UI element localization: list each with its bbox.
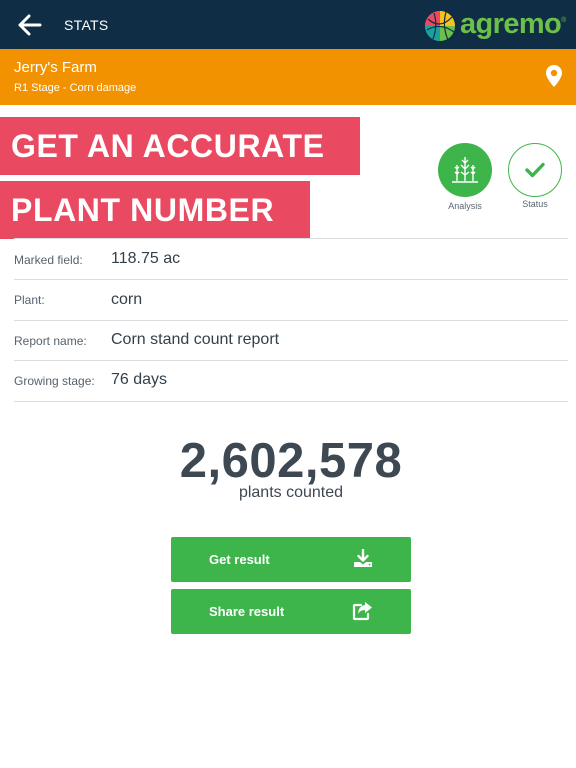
analysis-label: Analysis: [448, 201, 482, 211]
plants-analysis-icon: [452, 157, 478, 183]
brand: agremo ®: [424, 8, 566, 44]
plant-label: Plant:: [14, 293, 45, 307]
download-icon: [354, 549, 372, 567]
page-title: STATS: [64, 17, 109, 33]
report-name-label: Report name:: [14, 334, 87, 348]
growing-stage-label: Growing stage:: [14, 374, 95, 388]
divider: [14, 401, 568, 402]
divider: [14, 320, 568, 321]
plant-count-caption: plants counted: [238, 484, 344, 501]
farm-header: Jerry's Farm: [0, 49, 576, 105]
promo-banner-line-2: PLANT NUMBER: [0, 181, 310, 239]
divider: [14, 360, 568, 361]
get-result-label: Get result: [209, 552, 270, 567]
top-bar: STATS agremo ®: [0, 0, 576, 49]
divider: [14, 279, 568, 280]
promo-banner-line-1: GET AN ACCURATE: [0, 117, 360, 175]
brand-name: agremo: [460, 8, 562, 40]
share-result-button[interactable]: Share result: [171, 589, 411, 634]
divider: [14, 238, 568, 239]
farm-name: Jerry's Farm: [14, 59, 97, 76]
report-name-value: Corn stand count report: [111, 331, 280, 348]
share-icon: [352, 602, 372, 621]
get-result-button[interactable]: Get result: [171, 537, 411, 582]
agremo-logo-icon: [425, 11, 455, 41]
marked-field-label: Marked field:: [14, 253, 83, 267]
growing-stage-value: 76 days: [111, 371, 168, 388]
plant-value: corn: [111, 291, 143, 308]
plant-count-value: 2,602,578: [179, 434, 403, 488]
back-button[interactable]: [14, 10, 46, 40]
share-result-label: Share result: [209, 604, 285, 619]
arrow-left-icon: [18, 14, 42, 36]
checkmark-icon: [525, 162, 545, 178]
farm-subtitle: R1 Stage - Corn damage: [14, 82, 137, 94]
status-button[interactable]: [508, 143, 562, 197]
location-button[interactable]: [542, 62, 566, 90]
status-label: Status: [522, 199, 548, 209]
analysis-button[interactable]: [438, 143, 492, 197]
map-pin-icon: [546, 65, 562, 87]
trademark-symbol: ®: [561, 16, 567, 24]
marked-field-value: 118.75 ac: [111, 250, 181, 267]
